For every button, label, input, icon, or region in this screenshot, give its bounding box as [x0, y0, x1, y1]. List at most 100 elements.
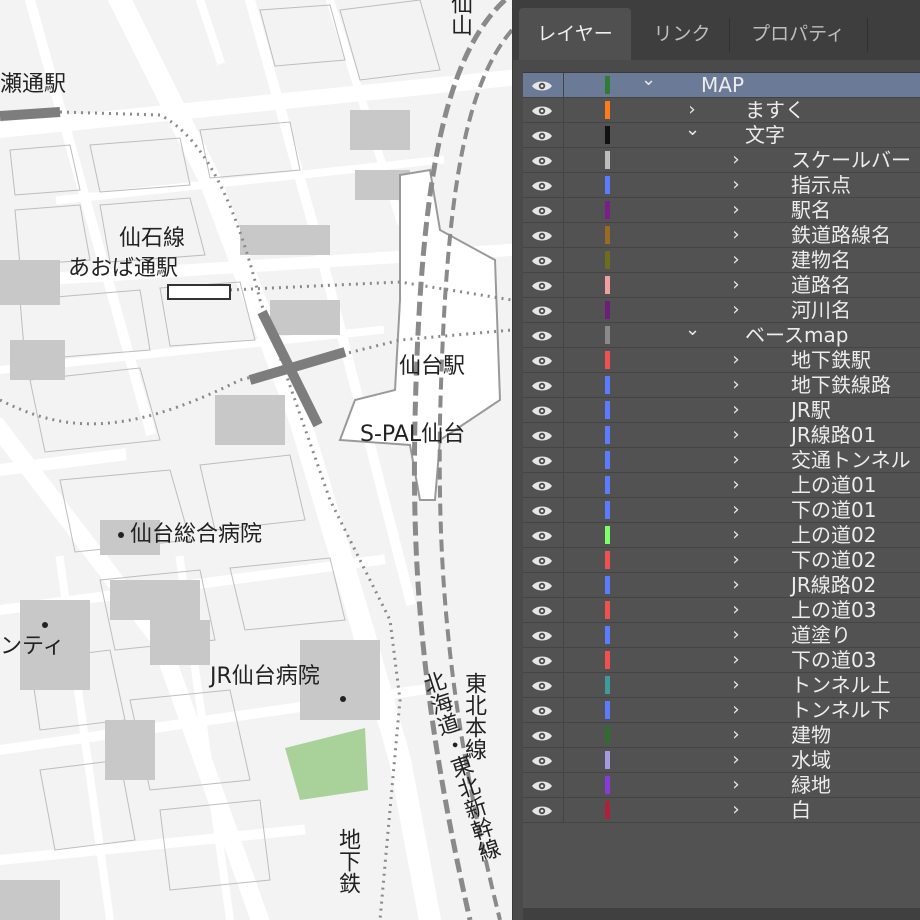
layer-name[interactable]: 駅名: [791, 198, 831, 222]
layer-row[interactable]: › 上の道03: [523, 598, 920, 623]
layer-row[interactable]: › 道塗り: [523, 623, 920, 648]
layer-name[interactable]: 建物: [791, 723, 831, 747]
layer-name[interactable]: 地下鉄駅: [791, 348, 871, 372]
eye-icon[interactable]: [531, 628, 553, 642]
chevron-right-icon[interactable]: ›: [729, 724, 743, 746]
eye-icon[interactable]: [531, 653, 553, 667]
layer-name[interactable]: 緑地: [791, 773, 831, 797]
chevron-right-icon[interactable]: ›: [729, 299, 743, 321]
layer-name[interactable]: スケールバー: [791, 148, 911, 172]
eye-icon[interactable]: [531, 278, 553, 292]
eye-icon[interactable]: [531, 603, 553, 617]
layer-row[interactable]: › 緑地: [523, 773, 920, 798]
chevron-right-icon[interactable]: ›: [729, 749, 743, 771]
layer-name[interactable]: トンネル下: [791, 698, 891, 722]
chevron-right-icon[interactable]: ›: [729, 599, 743, 621]
chevron-right-icon[interactable]: ›: [729, 624, 743, 646]
layer-row[interactable]: › トンネル上: [523, 673, 920, 698]
layer-row[interactable]: › 駅名: [523, 198, 920, 223]
eye-icon[interactable]: [531, 753, 553, 767]
chevron-right-icon[interactable]: ›: [729, 699, 743, 721]
eye-icon[interactable]: [531, 178, 553, 192]
chevron-right-icon[interactable]: ›: [729, 799, 743, 821]
chevron-right-icon[interactable]: ›: [729, 199, 743, 221]
chevron-down-icon[interactable]: ⌄: [685, 119, 700, 141]
chevron-right-icon[interactable]: ›: [729, 674, 743, 696]
chevron-right-icon[interactable]: ›: [685, 99, 699, 121]
tab-properties[interactable]: プロパティ: [733, 8, 863, 60]
layer-row[interactable]: › 上の道01: [523, 473, 920, 498]
layer-name[interactable]: ますく: [745, 98, 805, 122]
chevron-right-icon[interactable]: ›: [729, 149, 743, 171]
layer-row[interactable]: › 上の道02: [523, 523, 920, 548]
eye-icon[interactable]: [531, 103, 553, 117]
layer-name[interactable]: MAP: [701, 73, 744, 97]
layer-name[interactable]: 地下鉄線路: [791, 373, 891, 397]
chevron-right-icon[interactable]: ›: [729, 424, 743, 446]
tab-links[interactable]: リンク: [633, 8, 731, 60]
chevron-right-icon[interactable]: ›: [729, 274, 743, 296]
chevron-right-icon[interactable]: ›: [729, 224, 743, 246]
layer-name[interactable]: 道路名: [791, 273, 851, 297]
eye-icon[interactable]: [531, 803, 553, 817]
eye-icon[interactable]: [531, 428, 553, 442]
layer-name[interactable]: 指示点: [791, 173, 851, 197]
eye-icon[interactable]: [531, 253, 553, 267]
eye-icon[interactable]: [531, 728, 553, 742]
layer-row[interactable]: › 下の道03: [523, 648, 920, 673]
chevron-right-icon[interactable]: ›: [729, 649, 743, 671]
chevron-right-icon[interactable]: ›: [729, 774, 743, 796]
chevron-down-icon[interactable]: ⌄: [685, 319, 700, 341]
layer-row[interactable]: › 水域: [523, 748, 920, 773]
layer-name[interactable]: 交通トンネル: [791, 448, 911, 472]
layer-name[interactable]: 鉄道路線名: [791, 223, 891, 247]
layer-row[interactable]: › 地下鉄駅: [523, 348, 920, 373]
layer-row[interactable]: › 道路名: [523, 273, 920, 298]
chevron-right-icon[interactable]: ›: [729, 524, 743, 546]
layer-name[interactable]: 下の道03: [791, 648, 876, 672]
layer-name[interactable]: トンネル上: [791, 673, 891, 697]
chevron-right-icon[interactable]: ›: [729, 574, 743, 596]
layer-name[interactable]: 上の道03: [791, 598, 876, 622]
layer-name[interactable]: 文字: [745, 123, 785, 147]
layer-row[interactable]: › スケールバー: [523, 148, 920, 173]
eye-icon[interactable]: [531, 328, 553, 342]
chevron-right-icon[interactable]: ›: [729, 474, 743, 496]
eye-icon[interactable]: [531, 478, 553, 492]
layer-name[interactable]: JR線路02: [791, 573, 876, 597]
layer-row[interactable]: › 白: [523, 798, 920, 823]
layer-row[interactable]: ⌄ 文字: [523, 119, 920, 148]
layer-row[interactable]: › ますく: [523, 98, 920, 123]
eye-icon[interactable]: [531, 228, 553, 242]
layer-row[interactable]: › 地下鉄線路: [523, 373, 920, 398]
chevron-right-icon[interactable]: ›: [729, 449, 743, 471]
eye-icon[interactable]: [531, 303, 553, 317]
map-canvas[interactable]: 瀬通駅 仙石線 あおば通駅 仙台駅 S-PAL仙台 仙台総合病院 ンティ JR仙…: [0, 0, 512, 920]
layer-name[interactable]: ベースmap: [745, 323, 848, 347]
eye-icon[interactable]: [531, 153, 553, 167]
eye-icon[interactable]: [531, 403, 553, 417]
layer-name[interactable]: JR駅: [791, 398, 831, 422]
layer-list[interactable]: ⌄ MAP › ますく ⌄ 文字 › スケールバー › 指示点 › 駅名 › 鉄道路線名 › 建物名 › 道路名 ›…: [523, 69, 920, 909]
layer-row[interactable]: ⌄ ベースmap: [523, 319, 920, 348]
chevron-right-icon[interactable]: ›: [729, 374, 743, 396]
layer-name[interactable]: 水域: [791, 748, 831, 772]
layer-row[interactable]: › 河川名: [523, 298, 920, 323]
layer-row[interactable]: › 建物名: [523, 248, 920, 273]
layer-row[interactable]: › JR駅: [523, 398, 920, 423]
eye-icon[interactable]: [531, 78, 553, 92]
layer-name[interactable]: JR線路01: [791, 423, 876, 447]
eye-icon[interactable]: [531, 378, 553, 392]
chevron-right-icon[interactable]: ›: [729, 499, 743, 521]
layer-row[interactable]: ⌄ MAP: [523, 69, 920, 98]
chevron-right-icon[interactable]: ›: [729, 349, 743, 371]
layer-row[interactable]: › 交通トンネル: [523, 448, 920, 473]
eye-icon[interactable]: [531, 553, 553, 567]
layer-name[interactable]: 河川名: [791, 298, 851, 322]
layer-name[interactable]: 白: [791, 798, 811, 822]
layer-name[interactable]: 上の道01: [791, 473, 876, 497]
layer-name[interactable]: 下の道02: [791, 548, 876, 572]
eye-icon[interactable]: [531, 128, 553, 142]
chevron-down-icon[interactable]: ⌄: [641, 69, 656, 91]
layer-name[interactable]: 上の道02: [791, 523, 876, 547]
